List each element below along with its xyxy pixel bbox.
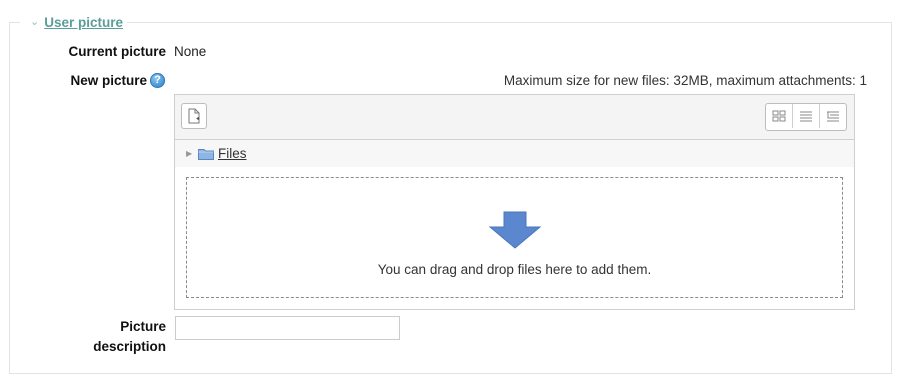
view-mode-group (765, 103, 847, 131)
list-view-button[interactable] (792, 104, 819, 128)
file-picker-content: You can drag and drop files here to add … (175, 167, 854, 309)
user-picture-legend[interactable]: ⌄ User picture (20, 13, 127, 31)
picture-description-input[interactable] (175, 316, 400, 340)
current-picture-label: Current picture (68, 44, 166, 59)
file-picker-toolbar (175, 95, 854, 139)
add-file-icon (188, 108, 200, 124)
tree-view-button[interactable] (819, 104, 846, 128)
file-path-bar: ▶ Files (175, 139, 854, 168)
user-picture-toggle-link[interactable]: User picture (44, 15, 123, 30)
picture-description-label-line2: description (93, 339, 166, 354)
expand-triangle-icon[interactable]: ▶ (186, 149, 196, 158)
list-view-icon (800, 111, 812, 122)
files-folder-link[interactable]: Files (218, 146, 247, 161)
drop-zone-message: You can drag and drop files here to add … (377, 262, 652, 277)
folder-icon (198, 148, 214, 160)
help-icon[interactable]: ? (150, 73, 165, 88)
add-file-button[interactable] (181, 103, 207, 129)
current-picture-value: None (174, 44, 207, 59)
picture-description-label-line1: Picture (120, 319, 166, 334)
tree-view-icon (827, 111, 839, 122)
drop-zone[interactable]: You can drag and drop files here to add … (186, 177, 843, 298)
new-picture-label: New picture (70, 73, 147, 88)
chevron-down-icon[interactable]: ⌄ (30, 16, 39, 28)
down-arrow-icon (488, 211, 541, 249)
file-picker: ▶ Files You can drag and drop files here… (174, 94, 855, 310)
icons-view-icon (772, 110, 786, 122)
upload-limits-text: Maximum size for new files: 32MB, maximu… (503, 73, 867, 88)
icons-view-button[interactable] (766, 104, 792, 128)
picture-description-label: Picture description (93, 317, 166, 357)
